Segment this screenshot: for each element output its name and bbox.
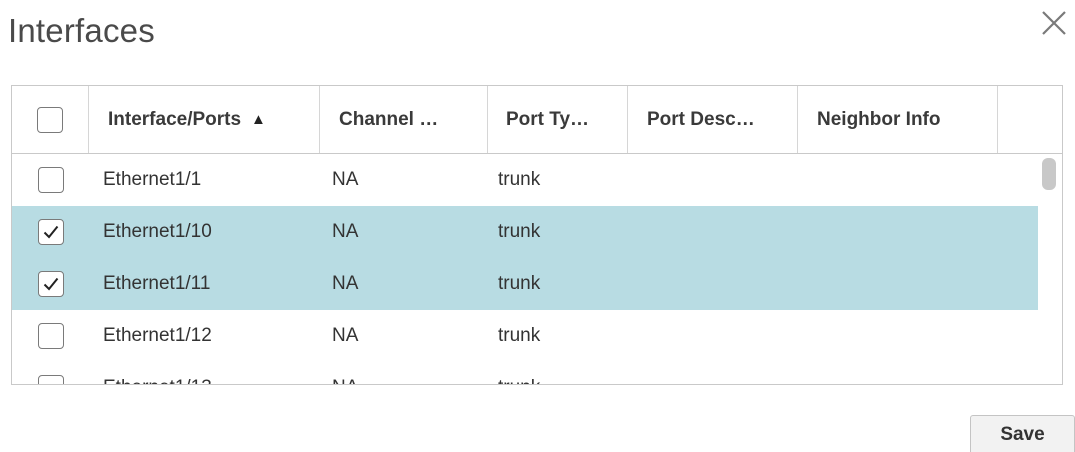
scrollbar-thumb[interactable] <box>1042 158 1056 190</box>
port-type-cell: trunk <box>498 221 541 242</box>
channel-cell: NA <box>332 273 359 294</box>
select-all-cell <box>12 86 89 153</box>
row-checkbox-cell <box>12 362 89 384</box>
row-checkbox-checked[interactable] <box>37 271 64 297</box>
row-checkbox-cell <box>12 310 89 362</box>
table-header: Interface/Ports ▲ Channel … Port Ty… Por… <box>12 86 1062 154</box>
table-row[interactable]: Ethernet1/10 NA trunk <box>12 206 1038 258</box>
table-row[interactable]: Ethernet1/1 NA trunk <box>12 154 1038 206</box>
port-type-cell: trunk <box>488 362 628 384</box>
row-checkbox[interactable] <box>37 375 64 384</box>
port-type-cell: trunk <box>498 169 541 190</box>
interface-cell: Ethernet1/13 <box>89 362 320 384</box>
row-checkbox-cell <box>12 206 89 258</box>
column-header-label: Port Ty… <box>506 108 590 130</box>
table-body: Ethernet1/1 NA trunk Ethernet1/10 NA trunk Eth… <box>12 154 1062 384</box>
channel-cell: NA <box>332 221 359 242</box>
column-header-port-type[interactable]: Port Ty… <box>488 86 628 153</box>
close-icon[interactable] <box>1037 6 1071 40</box>
port-type-cell: trunk <box>498 273 541 294</box>
column-header-neighbor-info[interactable]: Neighbor Info <box>798 86 998 153</box>
checkmark-icon <box>43 225 58 239</box>
column-header-interface[interactable]: Interface/Ports ▲ <box>89 86 320 153</box>
interfaces-table: Interface/Ports ▲ Channel … Port Ty… Por… <box>11 85 1063 385</box>
column-header-port-description[interactable]: Port Desc… <box>628 86 798 153</box>
channel-cell: NA <box>332 325 359 346</box>
dialog-title: Interfaces <box>8 12 155 49</box>
checkmark-icon <box>43 277 58 291</box>
row-checkbox-cell <box>12 154 89 206</box>
sort-ascending-icon: ▲ <box>251 111 266 128</box>
interface-cell: Ethernet1/1 <box>103 169 202 190</box>
column-header-spacer <box>998 86 1056 153</box>
interface-cell: Ethernet1/10 <box>103 221 212 242</box>
row-checkbox-cell <box>12 258 89 310</box>
column-header-label: Channel … <box>339 108 439 130</box>
port-type-cell: trunk <box>498 325 541 346</box>
row-checkbox-checked[interactable] <box>37 219 64 245</box>
channel-cell: NA <box>320 362 488 384</box>
save-button[interactable]: Save <box>970 415 1075 452</box>
row-checkbox[interactable] <box>37 167 64 193</box>
column-header-label: Interface/Ports <box>108 108 242 130</box>
table-row[interactable]: Ethernet1/12 NA trunk <box>12 310 1038 362</box>
select-all-checkbox[interactable] <box>37 106 63 133</box>
vertical-scrollbar[interactable] <box>1038 154 1062 384</box>
column-header-channel[interactable]: Channel … <box>320 86 488 153</box>
interface-cell: Ethernet1/11 <box>103 273 211 294</box>
table-row[interactable]: Ethernet1/13NAtrunk <box>12 362 1038 384</box>
column-header-label: Port Desc… <box>647 108 755 130</box>
table-row[interactable]: Ethernet1/11 NA trunk <box>12 258 1038 310</box>
row-checkbox[interactable] <box>37 323 64 349</box>
interface-cell: Ethernet1/12 <box>103 325 212 346</box>
channel-cell: NA <box>332 169 359 190</box>
column-header-label: Neighbor Info <box>817 108 941 130</box>
